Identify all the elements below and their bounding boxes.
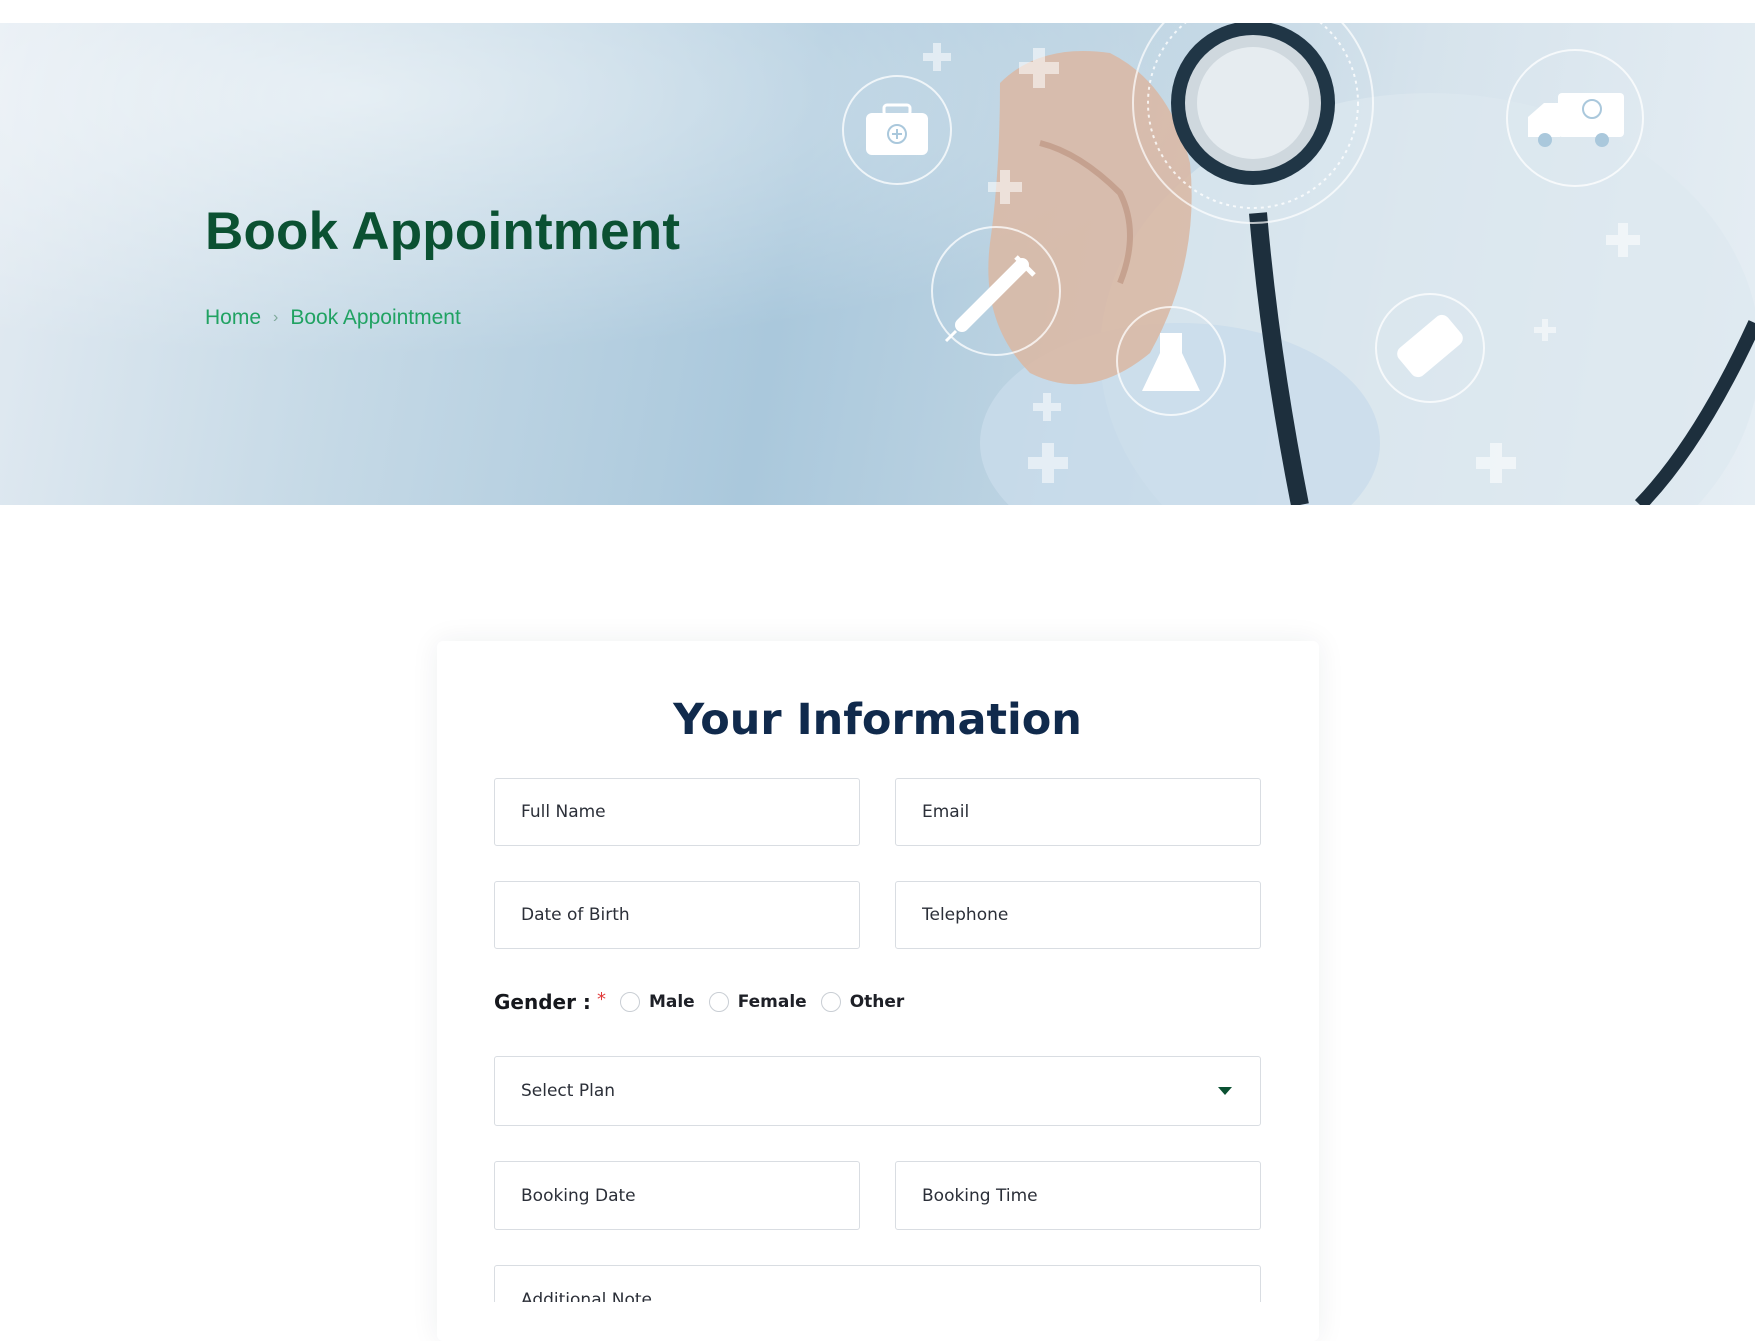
gender-option-other[interactable]: Other <box>820 992 905 1012</box>
required-marker: * <box>596 988 606 1010</box>
radio-button[interactable] <box>619 992 640 1012</box>
caret-down-icon <box>1218 1087 1232 1095</box>
breadcrumb-home-link[interactable]: Home <box>205 306 261 330</box>
plan-select[interactable]: Select Plan <box>494 1056 1261 1126</box>
first-aid-kit-icon <box>842 75 952 185</box>
telephone-field <box>895 881 1261 949</box>
date-of-birth-field <box>494 881 860 949</box>
gender-label: Gender : <box>494 990 591 1014</box>
breadcrumb-separator-icon: › <box>273 309 279 326</box>
page-title: Book Appointment <box>205 202 681 261</box>
gender-radio-group: Gender : * Male Female Other <box>494 984 904 1020</box>
full-name-field <box>494 778 860 846</box>
additional-note-input[interactable] <box>521 1290 1260 1302</box>
booking-time-field <box>895 1161 1261 1230</box>
breadcrumb-current: Book Appointment <box>290 306 461 329</box>
booking-date-field <box>494 1161 860 1230</box>
gender-option-label: Other <box>849 992 905 1012</box>
radio-button[interactable] <box>708 992 729 1012</box>
full-name-input[interactable] <box>521 779 859 845</box>
radio-button[interactable] <box>820 992 841 1012</box>
plan-select-value: Select Plan <box>521 1081 616 1101</box>
form-title: Your Information <box>673 695 1082 745</box>
gender-option-label: Male <box>648 992 695 1012</box>
email-field <box>895 778 1261 846</box>
email-input[interactable] <box>922 779 1260 845</box>
gender-option-male[interactable]: Male <box>619 992 695 1012</box>
gender-option-label: Female <box>737 992 807 1012</box>
booking-date-input[interactable] <box>521 1162 859 1229</box>
date-of-birth-input[interactable] <box>521 882 859 948</box>
breadcrumb: Home › Book Appointment <box>205 306 461 330</box>
additional-note-field <box>494 1265 1261 1302</box>
page-hero-banner: Book Appointment Home › Book Appointment <box>0 23 1755 505</box>
gender-option-female[interactable]: Female <box>708 992 807 1012</box>
telephone-input[interactable] <box>922 882 1260 948</box>
booking-time-input[interactable] <box>922 1162 1260 1229</box>
hero-illustration <box>842 23 1755 505</box>
